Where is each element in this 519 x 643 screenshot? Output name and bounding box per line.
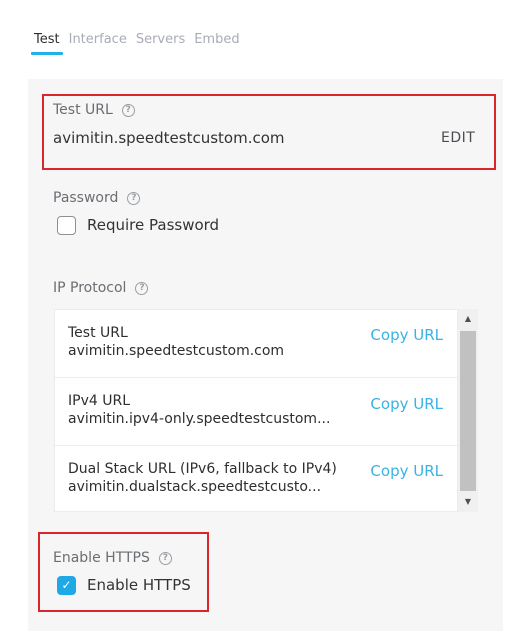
- scroll-down-icon[interactable]: ▼: [458, 494, 478, 510]
- enable-https-label[interactable]: Enable HTTPS: [87, 576, 191, 594]
- tab-servers[interactable]: Servers: [136, 32, 185, 48]
- https-label: Enable HTTPS: [53, 550, 150, 566]
- ip-protocol-list: Test URL avimitin.speedtestcustom.com Co…: [54, 309, 458, 512]
- tab-test[interactable]: Test: [31, 32, 63, 55]
- test-url-label: Test URL: [53, 102, 113, 118]
- tab-embed[interactable]: Embed: [194, 32, 239, 48]
- ip-protocol-label: IP Protocol: [53, 280, 127, 296]
- scroll-up-icon[interactable]: ▲: [458, 311, 478, 327]
- ip-list-scrollbar[interactable]: ▲ ▼: [458, 309, 478, 512]
- ip-row-title: Test URL: [68, 325, 128, 341]
- copy-url-button[interactable]: Copy URL: [370, 326, 443, 344]
- help-icon[interactable]: ?: [127, 191, 141, 205]
- test-url-value: avimitin.speedtestcustom.com: [53, 129, 285, 147]
- require-password-checkbox[interactable]: [57, 216, 76, 235]
- help-icon[interactable]: ?: [158, 551, 172, 565]
- tab-interface[interactable]: Interface: [69, 32, 127, 48]
- edit-button[interactable]: EDIT: [441, 130, 475, 146]
- scroll-thumb[interactable]: [460, 331, 476, 491]
- list-item: Test URL avimitin.speedtestcustom.com Co…: [55, 310, 457, 378]
- copy-url-button[interactable]: Copy URL: [370, 462, 443, 480]
- enable-https-checkbox[interactable]: ✓: [57, 576, 76, 595]
- ip-protocol-section-label: IP Protocol ?: [53, 280, 149, 296]
- ip-row-title: IPv4 URL: [68, 393, 130, 409]
- https-section-label: Enable HTTPS ?: [53, 550, 172, 566]
- tab-bar: Test Interface Servers Embed: [31, 32, 249, 55]
- help-icon[interactable]: ?: [135, 281, 149, 295]
- ip-row-url: avimitin.dualstack.speedtestcusto...: [68, 479, 322, 495]
- help-icon[interactable]: ?: [121, 103, 135, 117]
- https-highlight-box: [38, 532, 209, 612]
- require-password-label[interactable]: Require Password: [87, 216, 219, 234]
- ip-row-url: avimitin.speedtestcustom.com: [68, 343, 285, 359]
- ip-row-title: Dual Stack URL (IPv6, fallback to IPv4): [68, 461, 337, 477]
- password-section-label: Password ?: [53, 190, 141, 206]
- copy-url-button[interactable]: Copy URL: [370, 395, 443, 413]
- ip-row-url: avimitin.ipv4-only.speedtestcustom...: [68, 411, 331, 427]
- list-item: Dual Stack URL (IPv6, fallback to IPv4) …: [55, 446, 457, 511]
- test-url-section-label: Test URL ?: [53, 102, 135, 118]
- list-item: IPv4 URL avimitin.ipv4-only.speedtestcus…: [55, 378, 457, 446]
- password-label: Password: [53, 190, 119, 206]
